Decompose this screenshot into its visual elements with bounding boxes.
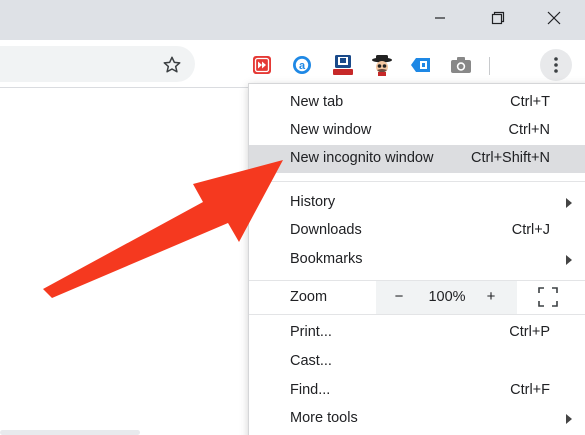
fullscreen-button[interactable] (537, 286, 559, 308)
menu-item-cast[interactable]: Cast... (249, 348, 585, 376)
close-button[interactable] (531, 0, 577, 36)
chrome-menu-button[interactable] (540, 49, 572, 81)
menu-item-label: Downloads (290, 222, 362, 238)
menu-item-label: New tab (290, 94, 344, 110)
menu-item-find[interactable]: Find... Ctrl+F (249, 377, 585, 405)
fullscreen-icon (538, 287, 558, 307)
menu-separator (249, 314, 585, 315)
three-dots-icon (554, 57, 558, 73)
chrome-menu: New tab Ctrl+T New window Ctrl+N New inc… (248, 83, 585, 435)
toolbar-divider (489, 57, 490, 75)
spy-hat-extension-icon[interactable] (371, 54, 393, 76)
menu-item-label: Cast... (290, 353, 332, 369)
menu-item-label: New window (290, 122, 372, 138)
submenu-arrow-icon (566, 255, 572, 265)
close-icon (547, 11, 561, 25)
menu-item-shortcut: Ctrl+F (510, 382, 550, 398)
star-icon (163, 56, 181, 73)
menu-item-history[interactable]: History (249, 189, 585, 217)
menu-item-label: Print... (290, 324, 332, 340)
tag-extension-icon[interactable] (410, 54, 432, 76)
menu-item-new-incognito-window[interactable]: New incognito window Ctrl+Shift+N (249, 145, 585, 173)
zoom-in-button[interactable]: + (480, 286, 502, 308)
bookmark-star-button[interactable] (159, 52, 185, 78)
minimize-button[interactable] (417, 0, 463, 36)
browser-toolbar: a (0, 40, 585, 88)
menu-item-label: More tools (290, 410, 358, 426)
menu-item-label: Find... (290, 382, 331, 398)
submenu-arrow-icon (566, 198, 572, 208)
restore-button[interactable] (475, 0, 521, 36)
title-bar (0, 0, 585, 40)
menu-item-shortcut: Ctrl+J (511, 222, 550, 238)
fast-forward-extension-icon[interactable] (251, 54, 273, 76)
minimize-icon (435, 17, 445, 19)
menu-item-shortcut: Ctrl+Shift+N (471, 150, 550, 166)
menu-item-bookmarks[interactable]: Bookmarks (249, 246, 585, 274)
menu-item-new-window[interactable]: New window Ctrl+N (249, 117, 585, 145)
menu-separator (249, 181, 585, 182)
menu-item-label: History (290, 194, 336, 210)
zoom-control: − 100% + (376, 281, 517, 314)
menu-item-print[interactable]: Print... Ctrl+P (249, 319, 585, 347)
at-sign-extension-icon[interactable]: a (291, 54, 313, 76)
zoom-row: Zoom − 100% + (249, 281, 585, 314)
menu-item-shortcut: Ctrl+T (510, 94, 550, 110)
zoom-out-button[interactable]: − (388, 286, 410, 308)
menu-item-new-tab[interactable]: New tab Ctrl+T (249, 89, 585, 117)
camera-extension-icon[interactable] (450, 54, 472, 76)
menu-item-label: Bookmarks (290, 251, 363, 267)
submenu-arrow-icon (566, 414, 572, 424)
zoom-level: 100% (428, 289, 466, 305)
menu-item-shortcut: Ctrl+P (509, 324, 550, 340)
menu-item-downloads[interactable]: Downloads Ctrl+J (249, 217, 585, 245)
menu-item-more-tools[interactable]: More tools (249, 405, 585, 433)
restore-icon (491, 11, 505, 25)
menu-item-shortcut: Ctrl+N (508, 122, 551, 138)
svg-text:a: a (299, 60, 306, 72)
bookmark-extension-icon[interactable] (332, 54, 354, 76)
page-content-hint (0, 430, 140, 435)
zoom-label: Zoom (290, 289, 328, 305)
menu-item-label: New incognito window (290, 150, 434, 166)
